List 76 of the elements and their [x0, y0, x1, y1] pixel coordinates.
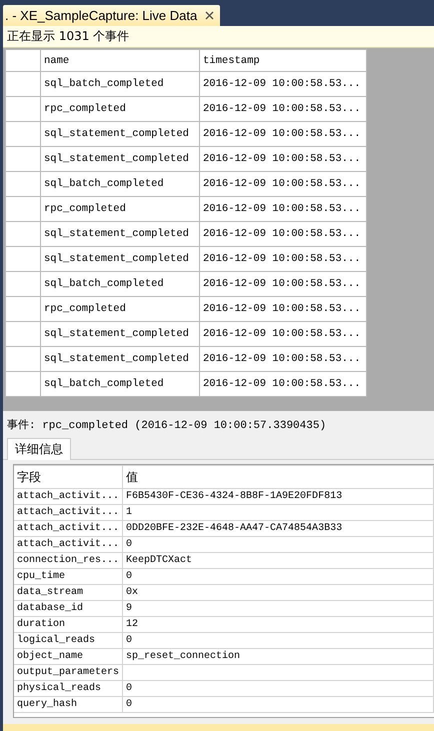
table-cell: 2016-12-09 10:00:58.53...	[200, 322, 366, 346]
row-header[interactable]	[6, 196, 40, 222]
table-cell: physical_reads	[14, 680, 123, 696]
table-cell: cpu_time	[14, 568, 123, 584]
table-cell: sp_reset_connection	[122, 648, 434, 664]
table-cell: rpc_completed	[40, 296, 200, 322]
table-cell: sql_batch_completed	[40, 372, 200, 396]
event-label: 事件: rpc_completed (2016-12-09 10:00:57.3390435)	[7, 418, 326, 432]
table-cell: object_name	[14, 648, 123, 664]
table-cell: sql_statement_completed	[40, 246, 200, 272]
table-cell: output_parameters	[14, 664, 123, 680]
row-header[interactable]	[6, 296, 40, 322]
table-cell: sql_batch_completed	[40, 172, 200, 196]
close-icon[interactable]	[205, 11, 214, 20]
table-cell: data_stream	[14, 584, 123, 600]
table-cell: 2016-12-09 10:00:58.53...	[200, 246, 366, 272]
table-cell: 2016-12-09 10:00:58.53...	[200, 272, 366, 296]
table-cell: duration	[14, 616, 123, 632]
row-header[interactable]	[6, 172, 40, 196]
column-header[interactable]: 值	[122, 466, 434, 488]
document-tab[interactable]: . - XE_SampleCapture: Live Data	[3, 5, 220, 26]
table-cell: 2016-12-09 10:00:58.53...	[200, 72, 366, 96]
row-header[interactable]	[6, 372, 40, 396]
row-header[interactable]	[6, 322, 40, 346]
table-cell: KeepDTCXact	[122, 552, 434, 568]
table-cell: 12	[122, 616, 434, 632]
table-cell: database_id	[14, 600, 123, 616]
table-cell: 2016-12-09 10:00:58.53...	[200, 222, 366, 246]
table-cell: 0	[122, 696, 434, 712]
table-cell: attach_activit...	[14, 488, 123, 504]
row-header[interactable]	[6, 246, 40, 272]
table-cell: sql_statement_completed	[40, 146, 200, 172]
table-cell: 0	[122, 632, 434, 648]
row-header[interactable]	[6, 146, 40, 172]
row-header	[6, 50, 40, 72]
table-cell: sql_statement_completed	[40, 346, 200, 372]
table-cell: query_hash	[14, 696, 123, 712]
table-cell: 9	[122, 600, 434, 616]
table-cell: 2016-12-09 10:00:58.53...	[200, 346, 366, 372]
table-cell: rpc_completed	[40, 196, 200, 222]
table-cell: 0	[122, 568, 434, 584]
table-cell: sql_batch_completed	[40, 72, 200, 96]
details-tab[interactable]: 详细信息	[7, 438, 71, 460]
table-cell: 0x	[122, 584, 434, 600]
table-cell: attach_activit...	[14, 536, 123, 552]
table-cell: attach_activit...	[14, 520, 123, 536]
table-cell: 0	[122, 680, 434, 696]
table-cell: sql_statement_completed	[40, 322, 200, 346]
table-cell: sql_statement_completed	[40, 222, 200, 246]
row-header[interactable]	[6, 122, 40, 146]
table-cell: 2016-12-09 10:00:58.53...	[200, 122, 366, 146]
table-cell: sql_batch_completed	[40, 272, 200, 296]
table-cell: 2016-12-09 10:00:58.53...	[200, 296, 366, 322]
table-cell: attach_activit...	[14, 504, 123, 520]
row-header[interactable]	[6, 346, 40, 372]
table-cell: 2016-12-09 10:00:58.53...	[200, 146, 366, 172]
column-header[interactable]: name	[40, 50, 200, 72]
column-header[interactable]: 字段	[14, 466, 123, 488]
event-count-text: 正在显示 1031 个事件	[7, 28, 130, 45]
table-cell: sql_statement_completed	[40, 122, 200, 146]
table-cell: 0	[122, 536, 434, 552]
table-cell: 2016-12-09 10:00:58.53...	[200, 96, 366, 122]
row-header[interactable]	[6, 272, 40, 296]
table-cell: 2016-12-09 10:00:58.53...	[200, 172, 366, 196]
table-cell: 2016-12-09 10:00:58.53...	[200, 372, 366, 396]
table-cell: F6B5430F-CE36-4324-8B8F-1A9E20FDF813	[122, 488, 434, 504]
table-cell: connection_res...	[14, 552, 123, 568]
table-cell: logical_reads	[14, 632, 123, 648]
table-cell: 2016-12-09 10:00:58.53...	[200, 196, 366, 222]
column-header[interactable]: timestamp	[200, 50, 366, 72]
table-cell: rpc_completed	[40, 96, 200, 122]
table-cell: 1	[122, 504, 434, 520]
row-header[interactable]	[6, 96, 40, 122]
row-header[interactable]	[6, 72, 40, 96]
table-cell: 0DD20BFE-232E-4648-AA47-CA74854A3B33	[122, 520, 434, 536]
row-header[interactable]	[6, 222, 40, 246]
